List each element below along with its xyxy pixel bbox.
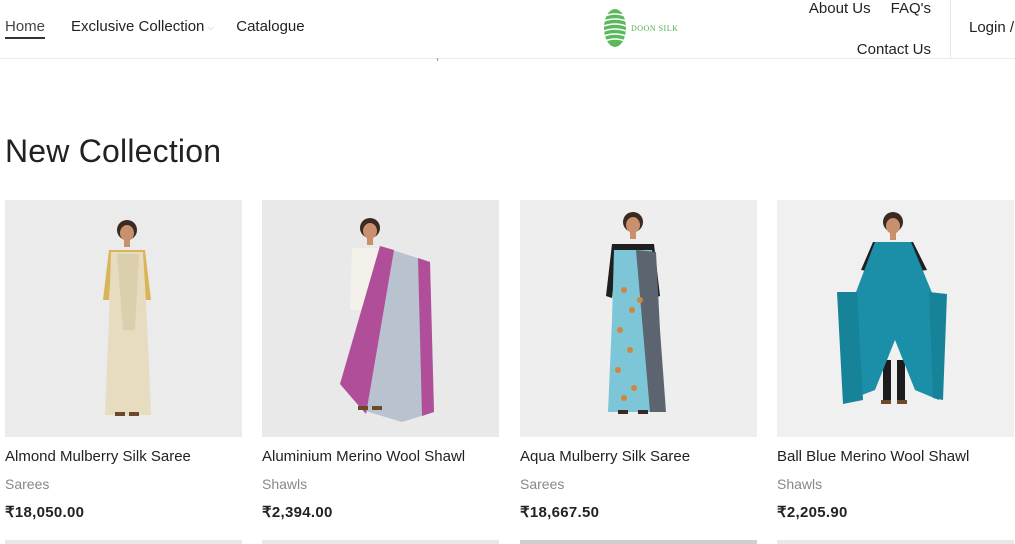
cocoon-logo-icon — [603, 9, 627, 47]
product-name[interactable]: Aqua Mulberry Silk Saree — [520, 448, 690, 465]
product-card-partial — [777, 540, 1014, 544]
product-card[interactable]: Aqua Mulberry Silk Saree Sarees ₹18,667.… — [520, 200, 757, 521]
product-category[interactable]: Sarees — [520, 476, 564, 492]
product-card-partial — [262, 540, 499, 544]
product-card[interactable]: Almond Mulberry Silk Saree Sarees ₹18,05… — [5, 200, 242, 521]
site-logo[interactable]: DOON SILK — [603, 8, 678, 48]
product-image[interactable] — [520, 200, 757, 437]
section-title: New Collection — [5, 133, 222, 169]
nav-exclusive-collection-label: Exclusive Collection — [71, 18, 205, 35]
secondary-nav: About Us FAQ's — [789, 0, 931, 17]
login-link[interactable]: Login / — [969, 19, 1014, 36]
product-price: ₹2,394.00 — [262, 504, 333, 521]
decorative-mark — [437, 58, 438, 61]
model-shawl-image — [837, 212, 947, 404]
primary-nav: Home Exclusive Collection ⌵ Catalogue — [5, 18, 331, 39]
nav-contact-us[interactable]: Contact Us — [857, 41, 931, 58]
product-name[interactable]: Almond Mulberry Silk Saree — [5, 448, 191, 465]
product-image[interactable] — [262, 200, 499, 437]
site-header: Home Exclusive Collection ⌵ Catalogue DOO… — [0, 0, 1015, 59]
product-price: ₹2,205.90 — [777, 504, 848, 521]
product-card[interactable]: Ball Blue Merino Wool Shawl Shawls ₹2,20… — [777, 200, 1014, 521]
logo-text: DOON SILK — [631, 23, 679, 33]
product-card-partial — [520, 540, 757, 544]
product-image[interactable] — [777, 200, 1014, 437]
nav-exclusive-collection[interactable]: Exclusive Collection ⌵ — [71, 18, 214, 35]
product-name[interactable]: Ball Blue Merino Wool Shawl — [777, 448, 969, 465]
model-saree-image — [606, 212, 666, 414]
chevron-down-icon: ⌵ — [207, 21, 215, 32]
product-card[interactable]: Aluminium Merino Wool Shawl Shawls ₹2,39… — [262, 200, 499, 521]
nav-about-us[interactable]: About Us — [809, 0, 871, 17]
nav-faqs[interactable]: FAQ's — [891, 0, 931, 17]
model-saree-image — [103, 220, 151, 416]
product-category[interactable]: Sarees — [5, 476, 49, 492]
product-price: ₹18,050.00 — [5, 504, 85, 521]
model-shawl-image — [340, 218, 434, 422]
product-price: ₹18,667.50 — [520, 504, 600, 521]
nav-catalogue[interactable]: Catalogue — [236, 18, 304, 35]
product-image[interactable] — [5, 200, 242, 437]
product-category[interactable]: Shawls — [777, 476, 822, 492]
header-divider — [950, 0, 951, 58]
product-category[interactable]: Shawls — [262, 476, 307, 492]
product-name[interactable]: Aluminium Merino Wool Shawl — [262, 448, 465, 465]
nav-home[interactable]: Home — [5, 18, 46, 39]
product-card-partial — [5, 540, 242, 544]
